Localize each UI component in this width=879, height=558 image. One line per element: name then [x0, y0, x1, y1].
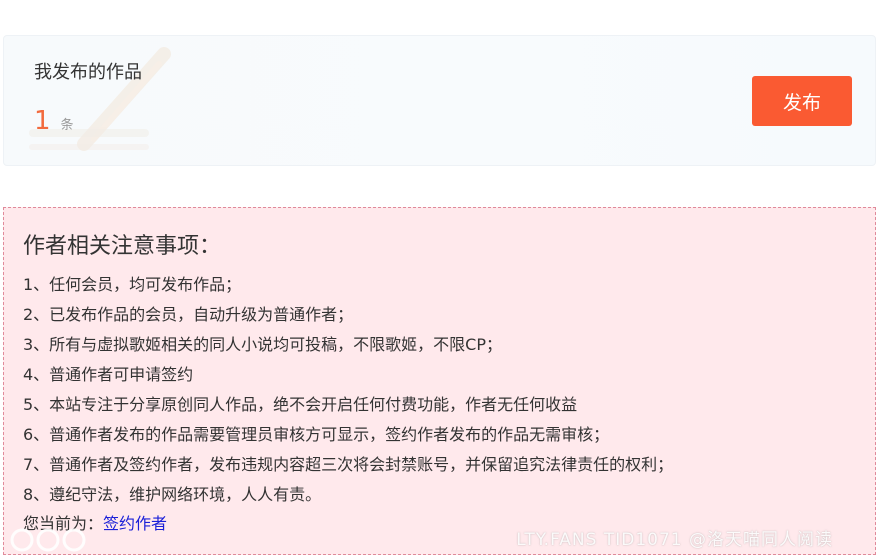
watermark-text: LTY.FANS TID1071 @洛天喵同人阅读: [516, 530, 833, 550]
page: 我发布的作品 1 条 发布 作者相关注意事项： 1、任何会员，均可发布作品； 2…: [0, 0, 879, 558]
publish-button[interactable]: 发布: [752, 76, 852, 126]
my-works-title: 我发布的作品: [34, 62, 142, 83]
works-count-unit: 条: [60, 118, 74, 133]
notice-item: 1、任何会员，均可发布作品；: [23, 275, 242, 294]
notice-item: 8、遵纪守法，维护网络环境，人人有责。: [23, 485, 322, 504]
works-count: 1 条: [34, 108, 74, 134]
watermark-logo-icon: [10, 528, 86, 552]
notice-item: 6、普通作者发布的作品需要管理员审核方可显示，签约作者发布的作品无需审核；: [23, 425, 610, 444]
notice-list: 1、任何会员，均可发布作品； 2、已发布作品的会员，自动升级为普通作者； 3、所…: [23, 270, 673, 510]
works-count-number: 1: [34, 106, 51, 136]
my-works-card: 我发布的作品 1 条 发布: [3, 35, 876, 166]
author-notice-panel: 作者相关注意事项： 1、任何会员，均可发布作品； 2、已发布作品的会员，自动升级…: [3, 207, 876, 555]
current-role-link[interactable]: 签约作者: [103, 514, 167, 533]
notice-item: 5、本站专注于分享原创同人作品，绝不会开启任何付费功能，作者无任何收益: [23, 395, 578, 414]
notice-item: 7、普通作者及签约作者，发布违规内容超三次将会封禁账号，并保留追究法律责任的权利…: [23, 455, 674, 474]
notice-item: 2、已发布作品的会员，自动升级为普通作者；: [23, 305, 354, 324]
notice-item: 3、所有与虚拟歌姬相关的同人小说均可投稿，不限歌姬，不限CP；: [23, 335, 503, 354]
notice-title: 作者相关注意事项：: [23, 234, 222, 259]
notice-item: 4、普通作者可申请签约: [23, 365, 194, 384]
